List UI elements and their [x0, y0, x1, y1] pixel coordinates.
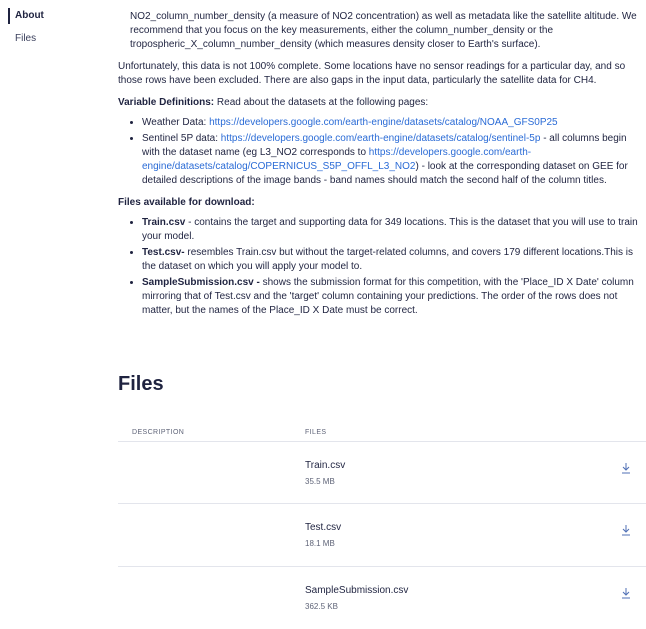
files-available-list: Train.csv - contains the target and supp…: [118, 216, 640, 318]
file-size: 362.5 KB: [305, 602, 338, 611]
download-icon[interactable]: [621, 462, 631, 474]
train-label: Train.csv: [142, 217, 186, 228]
list-item-sentinel: Sentinel 5P data: https://developers.goo…: [142, 132, 640, 188]
weather-prefix: Weather Data:: [142, 117, 210, 128]
table-row: Test.csv 18.1 MB: [118, 503, 646, 566]
sentinel-prefix: Sentinel 5P data:: [142, 133, 221, 144]
list-item-weather: Weather Data: https://developers.google.…: [142, 116, 640, 130]
unfortunately-paragraph: Unfortunately, this data is not 100% com…: [118, 61, 626, 86]
files-available-label: Files available for download:: [118, 197, 255, 208]
column-header-files: FILES: [305, 429, 327, 436]
list-item-sample: SampleSubmission.csv - shows the submiss…: [142, 276, 640, 318]
file-name[interactable]: SampleSubmission.csv: [305, 584, 408, 598]
variable-definitions-label: Variable Definitions:: [118, 97, 215, 108]
top-paragraph-wrap: NO2_column_number_density (a measure of …: [118, 0, 640, 52]
test-text: resembles Train.csv but without the targ…: [142, 247, 633, 272]
column-header-description: DESCRIPTION: [132, 429, 185, 436]
download-icon[interactable]: [621, 524, 631, 536]
weather-data-link[interactable]: https://developers.google.com/earth-engi…: [209, 117, 558, 128]
files-section-title: Files: [118, 373, 164, 395]
variable-definitions-paragraph: Variable Definitions: Read about the dat…: [118, 96, 640, 110]
variable-definitions-text: Read about the datasets at the following…: [214, 97, 429, 108]
list-item-test: Test.csv- resembles Train.csv but withou…: [142, 246, 640, 274]
dataset-list: Weather Data: https://developers.google.…: [118, 116, 640, 188]
table-row: SampleSubmission.csv 362.5 KB: [118, 566, 646, 629]
train-text: - contains the target and supporting dat…: [142, 217, 638, 242]
list-item-train: Train.csv - contains the target and supp…: [142, 216, 640, 244]
file-name[interactable]: Test.csv: [305, 521, 341, 535]
sentinel-data-link[interactable]: https://developers.google.com/earth-engi…: [221, 133, 541, 144]
files-available-heading: Files available for download:: [118, 196, 640, 210]
file-size: 18.1 MB: [305, 539, 335, 548]
sidebar-item-files[interactable]: Files: [8, 31, 88, 47]
about-section: NO2_column_number_density (a measure of …: [118, 0, 640, 320]
file-size: 35.5 MB: [305, 477, 335, 486]
download-icon[interactable]: [621, 587, 631, 599]
test-label: Test.csv-: [142, 247, 185, 258]
top-paragraph: NO2_column_number_density (a measure of …: [130, 11, 637, 50]
sidebar-item-about[interactable]: About: [8, 8, 88, 24]
sidebar-nav: About Files: [8, 8, 88, 54]
sample-label: SampleSubmission.csv -: [142, 277, 260, 288]
file-name[interactable]: Train.csv: [305, 459, 345, 473]
table-row: Train.csv 35.5 MB: [118, 441, 646, 504]
